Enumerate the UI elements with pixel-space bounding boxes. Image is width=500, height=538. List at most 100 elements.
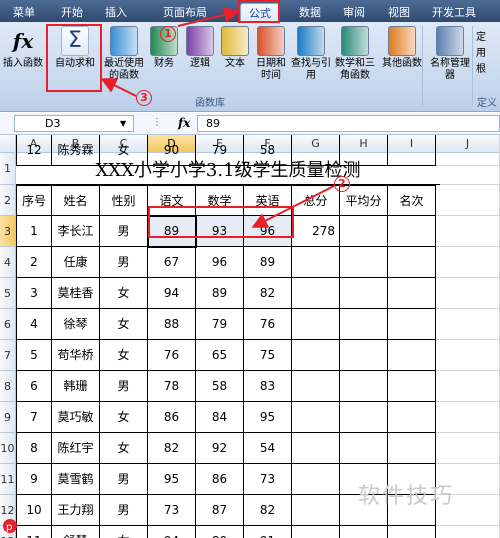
table-cell[interactable] bbox=[340, 371, 388, 402]
table-cell[interactable]: 男 bbox=[100, 371, 148, 402]
table-cell[interactable]: 男 bbox=[100, 216, 148, 247]
formula-input[interactable]: 89 bbox=[197, 115, 500, 132]
table-cell[interactable]: 89 bbox=[196, 278, 244, 309]
table-cell[interactable]: 女 bbox=[100, 309, 148, 340]
table-cell[interactable]: 92 bbox=[196, 433, 244, 464]
table-header-cell[interactable]: 数学 bbox=[196, 185, 244, 216]
table-cell[interactable] bbox=[292, 495, 340, 526]
table-cell[interactable]: 82 bbox=[244, 495, 292, 526]
ribbon-button-6[interactable]: 日期和时间 bbox=[254, 26, 288, 90]
sheet-title[interactable]: XXX小学小学3.1级学生质量检测 bbox=[16, 153, 440, 185]
table-cell[interactable] bbox=[340, 309, 388, 340]
ribbon-small-item-1[interactable]: 用 bbox=[476, 44, 486, 59]
empty-cell[interactable] bbox=[436, 402, 500, 433]
ribbon-button-9[interactable]: 其他函数 bbox=[378, 26, 426, 90]
table-cell[interactable] bbox=[292, 526, 340, 538]
ribbon-button-1[interactable]: Σ 自动求和 bbox=[48, 26, 102, 90]
table-cell[interactable]: 任康 bbox=[52, 247, 100, 278]
table-cell[interactable]: 76 bbox=[148, 340, 196, 371]
table-cell[interactable]: 75 bbox=[244, 340, 292, 371]
row-header-2[interactable]: 2 bbox=[0, 185, 16, 216]
empty-cell[interactable] bbox=[436, 309, 500, 340]
tab-0[interactable]: 菜单 bbox=[2, 3, 46, 22]
empty-cell[interactable] bbox=[436, 340, 500, 371]
tab-3[interactable]: 页面布局 bbox=[140, 3, 230, 22]
table-cell[interactable]: 苟华桥 bbox=[52, 340, 100, 371]
table-cell[interactable]: 男 bbox=[100, 464, 148, 495]
table-cell[interactable]: 82 bbox=[244, 278, 292, 309]
name-box[interactable]: D3 bbox=[14, 115, 134, 132]
ribbon-small-item-0[interactable]: 定 bbox=[476, 28, 486, 43]
table-cell[interactable]: 82 bbox=[148, 433, 196, 464]
table-cell[interactable] bbox=[292, 309, 340, 340]
tab-1[interactable]: 开始 bbox=[52, 3, 92, 22]
insert-function-icon[interactable]: fx bbox=[178, 115, 194, 132]
table-cell[interactable]: 58 bbox=[196, 371, 244, 402]
table-cell[interactable]: 88 bbox=[148, 309, 196, 340]
table-cell[interactable] bbox=[388, 433, 436, 464]
tab-5[interactable]: 数据 bbox=[290, 3, 330, 22]
tab-4[interactable]: 公式 bbox=[240, 3, 280, 22]
table-cell[interactable]: 女 bbox=[100, 526, 148, 538]
ribbon-button-5[interactable]: 文本 bbox=[218, 26, 252, 90]
table-cell[interactable]: 陈红宇 bbox=[52, 433, 100, 464]
table-cell[interactable]: 93 bbox=[196, 216, 244, 247]
table-cell[interactable]: 4 bbox=[16, 309, 52, 340]
row-header-4[interactable]: 4 bbox=[0, 247, 16, 278]
table-cell[interactable]: 徐琴 bbox=[52, 309, 100, 340]
table-cell[interactable]: 83 bbox=[244, 371, 292, 402]
select-all-corner[interactable] bbox=[0, 135, 16, 153]
table-cell[interactable]: 89 bbox=[148, 216, 196, 247]
row-header-5[interactable]: 5 bbox=[0, 278, 16, 309]
row-header-10[interactable]: 10 bbox=[0, 433, 16, 464]
table-cell[interactable]: 95 bbox=[244, 402, 292, 433]
table-cell[interactable] bbox=[292, 340, 340, 371]
row-header-6[interactable]: 6 bbox=[0, 309, 16, 340]
table-cell[interactable]: 8 bbox=[16, 433, 52, 464]
table-cell[interactable]: 9 bbox=[16, 464, 52, 495]
table-cell[interactable]: 73 bbox=[148, 495, 196, 526]
formula-bar-grip-icon[interactable]: ⋮ bbox=[152, 117, 162, 128]
table-header-cell[interactable]: 性别 bbox=[100, 185, 148, 216]
table-cell[interactable] bbox=[340, 402, 388, 433]
ribbon-button-8[interactable]: 数学和三角函数 bbox=[334, 26, 376, 90]
empty-cell[interactable] bbox=[436, 153, 500, 185]
table-cell[interactable]: 94 bbox=[148, 526, 196, 538]
row-header-9[interactable]: 9 bbox=[0, 402, 16, 433]
ribbon-small-item-2[interactable]: 根 bbox=[476, 60, 486, 75]
table-cell[interactable]: 李长江 bbox=[52, 216, 100, 247]
table-cell[interactable]: 89 bbox=[244, 247, 292, 278]
table-cell[interactable]: 王力翔 bbox=[52, 495, 100, 526]
ribbon-button-2[interactable]: 最近使用的函数 bbox=[104, 26, 144, 90]
table-cell[interactable] bbox=[340, 526, 388, 538]
table-cell[interactable] bbox=[340, 433, 388, 464]
table-cell[interactable]: 86 bbox=[196, 464, 244, 495]
tab-2[interactable]: 插入 bbox=[96, 3, 136, 22]
table-cell[interactable]: 80 bbox=[196, 526, 244, 538]
tab-7[interactable]: 视图 bbox=[378, 3, 420, 22]
table-cell[interactable] bbox=[340, 278, 388, 309]
ribbon-button-4[interactable]: 逻辑 bbox=[184, 26, 216, 90]
table-cell[interactable] bbox=[388, 247, 436, 278]
table-cell[interactable] bbox=[388, 340, 436, 371]
table-cell[interactable]: 86 bbox=[148, 402, 196, 433]
tab-8[interactable]: 开发工具 bbox=[424, 3, 484, 22]
table-cell[interactable]: 女 bbox=[100, 402, 148, 433]
empty-cell[interactable] bbox=[436, 278, 500, 309]
tab-6[interactable]: 审阅 bbox=[334, 3, 374, 22]
row-header-3[interactable]: 3 bbox=[0, 216, 16, 247]
table-cell[interactable]: 79 bbox=[196, 309, 244, 340]
table-cell[interactable] bbox=[340, 216, 388, 247]
table-cell[interactable]: 女 bbox=[100, 278, 148, 309]
table-header-cell[interactable]: 序号 bbox=[16, 185, 52, 216]
name-box-dropdown-icon[interactable]: ▼ bbox=[120, 119, 126, 128]
table-cell[interactable]: 3 bbox=[16, 278, 52, 309]
empty-cell[interactable] bbox=[436, 216, 500, 247]
table-cell[interactable]: 女 bbox=[100, 340, 148, 371]
table-cell[interactable]: 96 bbox=[244, 216, 292, 247]
table-cell[interactable]: 舒慧 bbox=[52, 526, 100, 538]
row-header-8[interactable]: 8 bbox=[0, 371, 16, 402]
table-cell[interactable]: 54 bbox=[244, 433, 292, 464]
table-header-cell[interactable]: 姓名 bbox=[52, 185, 100, 216]
table-header-cell[interactable]: 英语 bbox=[244, 185, 292, 216]
